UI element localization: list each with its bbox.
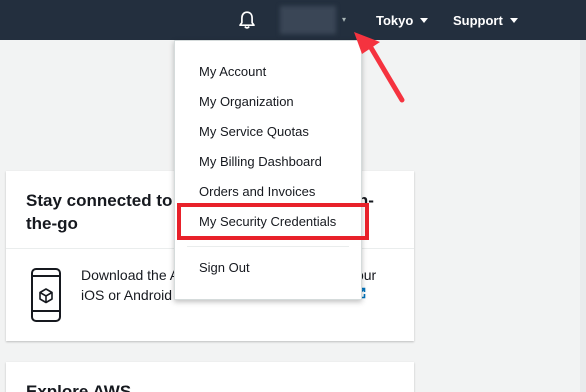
menu-item-label: My Billing Dashboard — [199, 153, 322, 169]
mobile-phone-icon — [30, 267, 62, 323]
menu-item-my-account[interactable]: My Account — [175, 56, 361, 86]
menu-item-label: Sign Out — [199, 259, 250, 275]
menu-item-label: My Service Quotas — [199, 123, 309, 139]
arrow-annotation-icon — [354, 32, 405, 103]
scrollbar-track[interactable] — [580, 40, 586, 392]
menu-item-label: My Organization — [199, 93, 294, 109]
menu-item-label: Orders and Invoices — [199, 183, 316, 199]
menu-item-sign-out[interactable]: Sign Out — [175, 252, 361, 282]
bell-icon[interactable] — [236, 10, 258, 30]
explore-aws-card: Explore AWS — [6, 362, 414, 392]
chevron-down-icon — [420, 17, 429, 23]
chevron-down-icon — [509, 17, 518, 23]
account-name-redacted — [280, 6, 336, 34]
menu-divider — [187, 246, 349, 247]
menu-item-my-organization[interactable]: My Organization — [175, 86, 361, 116]
menu-item-orders-and-invoices[interactable]: Orders and Invoices — [175, 176, 361, 206]
menu-item-label: My Account — [199, 63, 267, 79]
card-title: Explore AWS — [26, 382, 132, 392]
support-menu[interactable]: Support — [453, 0, 518, 40]
menu-item-my-billing-dashboard[interactable]: My Billing Dashboard — [175, 146, 361, 176]
support-label: Support — [453, 12, 503, 28]
highlight-annotation — [177, 203, 369, 240]
menu-item-my-service-quotas[interactable]: My Service Quotas — [175, 116, 361, 146]
account-dropdown-menu: My Account My Organization My Service Qu… — [174, 40, 362, 300]
top-navigation-bar: ▾ Tokyo Support — [0, 0, 586, 40]
